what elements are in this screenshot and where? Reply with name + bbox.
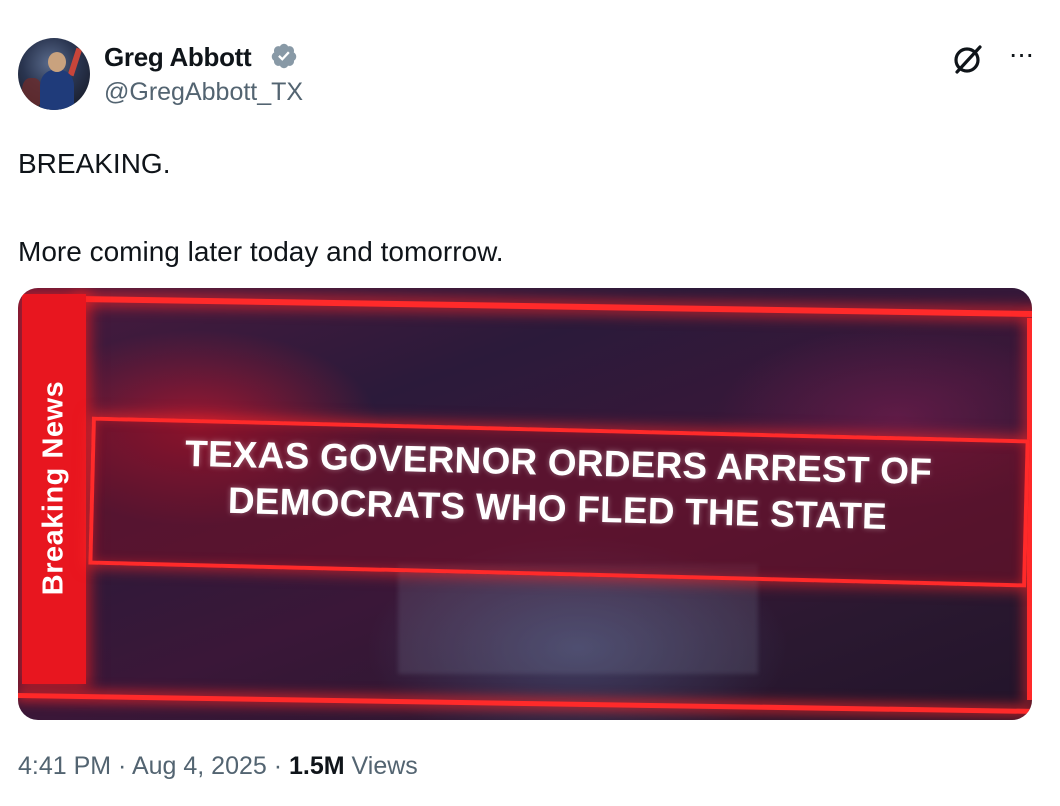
tweet-timestamp-time[interactable]: 4:41 PM	[18, 752, 111, 780]
tweet-line: BREAKING.	[18, 148, 171, 179]
meta-separator: ·	[266, 752, 290, 780]
neon-frame-bottom	[18, 693, 1032, 714]
avatar-detail	[67, 47, 83, 77]
tweet-line: More coming later today and tomorrow.	[18, 236, 504, 267]
verified-badge-icon	[271, 43, 297, 69]
author-avatar[interactable]	[18, 38, 90, 110]
views-link[interactable]: 1.5M Views	[289, 752, 418, 780]
author-handle[interactable]: @GregAbbott_TX	[104, 78, 303, 107]
background-panel	[398, 564, 758, 674]
grok-icon[interactable]	[951, 42, 985, 76]
views-count: 1.5M	[289, 752, 345, 780]
breaking-news-label: Breaking News	[37, 380, 70, 596]
avatar-detail	[48, 52, 66, 72]
tweet-media-image[interactable]: Breaking News TEXAS GOVERNOR ORDERS ARRE…	[18, 288, 1032, 720]
meta-separator: ·	[111, 752, 132, 780]
avatar-detail	[22, 78, 42, 108]
views-label: Views	[344, 752, 418, 780]
more-options-icon[interactable]: ···	[1004, 40, 1038, 74]
tweet-text: BREAKING. More coming later today and to…	[18, 142, 1038, 274]
tweet-timestamp-date[interactable]: Aug 4, 2025	[132, 752, 267, 780]
author-name[interactable]: Greg Abbott	[104, 42, 252, 73]
avatar-detail	[40, 70, 74, 110]
tweet-meta: 4:41 PM · Aug 4, 2025 · 1.5M Views	[18, 752, 418, 781]
neon-frame-top	[77, 296, 1032, 318]
